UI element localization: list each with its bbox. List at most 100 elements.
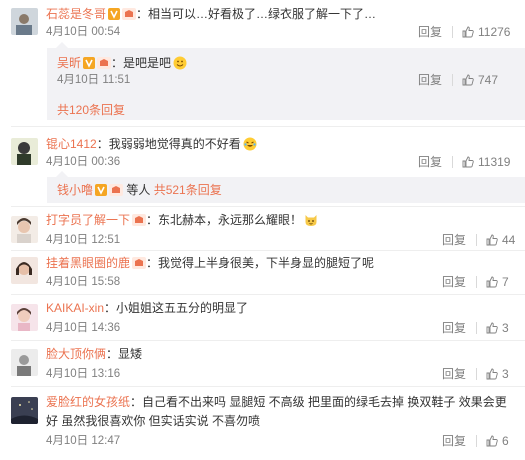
like-count: 3 [502,321,509,335]
fan-badge-icon [109,184,124,200]
reply-user-name[interactable]: 吴昕 [57,56,81,70]
avatar[interactable] [11,257,38,284]
avatar[interactable] [11,8,38,35]
comment-content: KAIKAI-xin：小姐姐这五五分的明显了 [46,300,248,316]
thumbs-up-icon [462,74,474,86]
thumbs-up-icon [486,368,498,380]
thumbs-up-icon [462,156,474,168]
comment-item: 石蕊是冬哥 ：相当可以…好看极了…绿衣服了解一下了… 4月10日 00:54 回复… [0,0,525,120]
comment-content: 挂着黑眼圈的鹿 ：我觉得上半身很美，下半身显的腿短了呢 [46,255,374,273]
more-replies-link[interactable]: 共120条回复 [57,101,125,118]
divider [11,126,525,127]
commenter-name[interactable]: 打字员了解一下 [46,213,130,227]
verified-v-icon [108,8,121,24]
reply-button[interactable]: 回复 [418,25,442,39]
reply-button[interactable]: 回复 [418,73,442,87]
comment-content-continued: 好 虽然我很喜欢你 但实话实说 不喜勿喷 [46,413,260,429]
separator [452,26,453,38]
more-replies-link[interactable]: 共521条回复 [154,183,222,197]
reply-button[interactable]: 回复 [442,321,466,335]
cat-emoji-icon [304,213,318,227]
comment-text: ：显矮 [106,347,143,361]
comment-text: ：相当可以…好看极了…绿衣服了解一下了… [136,7,377,21]
comment-item: 打字员了解一下 ：东北赫本，永远那么耀眼！ 4月10日 12:51 回复 44 [0,208,525,252]
divider [11,386,525,387]
reply-user-name[interactable]: 钱小噜 [57,183,93,197]
like-button[interactable]: 7 [486,275,509,289]
separator [476,276,477,288]
comment-item: 脸大顶你俩：显矮 4月10日 13:16 回复 3 [0,342,525,386]
avatar[interactable] [11,349,38,376]
comment-text: ：我弱弱地觉得真的不好看 [96,137,241,151]
fan-badge-icon [132,214,147,230]
reply-summary: 钱小噜 等人 共521条回复 [57,182,222,200]
like-button[interactable]: 11319 [462,155,510,169]
verified-v-icon [83,57,96,73]
like-button[interactable]: 3 [486,367,509,381]
commenter-name[interactable]: 挂着黑眼圈的鹿 [46,256,130,270]
reply-button[interactable]: 回复 [442,233,466,247]
comment-time: 4月10日 14:36 [46,322,121,334]
laugh-cry-emoji-icon [243,137,257,151]
reply-time: 4月10日 11:51 [57,74,131,86]
comment-text: ：东北赫本，永远那么耀眼！ [146,213,303,227]
commenter-name[interactable]: 爱脸红的女孩纸 [46,395,130,409]
like-button[interactable]: 44 [486,233,515,247]
comment-time: 4月10日 12:51 [46,234,121,246]
divider [11,250,525,251]
reply-summary-text: 等人 [123,183,154,197]
comment-text-line-2: 好 虽然我很喜欢你 但实话实说 不喜勿喷 [46,414,261,428]
like-button[interactable]: 747 [462,73,498,87]
thumbs-up-icon [486,322,498,334]
separator [476,435,477,447]
like-count: 3 [502,367,509,381]
avatar[interactable] [11,216,38,243]
comment-item: 挂着黑眼圈的鹿 ：我觉得上半身很美，下半身显的腿短了呢 4月10日 15:58 回… [0,252,525,296]
like-count: 11319 [478,155,511,169]
separator [476,368,477,380]
divider [11,340,525,341]
comment-content: 爱脸红的女孩纸：自己看不出来吗 显腿短 不高级 把里面的绿毛去掉 换双鞋子 效果… [46,394,507,410]
thumbs-up-icon [486,234,498,246]
avatar[interactable] [11,304,38,331]
commenter-name[interactable]: 石蕊是冬哥 [46,7,106,21]
reply-content: 吴昕 ：是吧是吧 [57,55,187,73]
separator [476,234,477,246]
comment-text: ：自己看不出来吗 显腿短 不高级 把里面的绿毛去掉 换双鞋子 效果会更 [130,395,507,409]
commenter-name[interactable]: 锟心1412 [46,137,97,151]
like-button[interactable]: 3 [486,321,509,335]
comment-time: 4月10日 00:36 [46,156,121,168]
like-count: 747 [478,73,499,87]
commenter-name[interactable]: 脸大顶你俩 [46,347,106,361]
reply-button[interactable]: 回复 [442,275,466,289]
reply-button[interactable]: 回复 [418,155,442,169]
comment-content: 打字员了解一下 ：东北赫本，永远那么耀眼！ [46,212,318,230]
fan-badge-icon [132,257,147,273]
comment-content: 脸大顶你俩：显矮 [46,346,142,362]
commenter-name[interactable]: KAIKAI-xin [46,301,104,315]
divider [11,294,525,295]
reply-text: ：是吧是吧 [111,56,172,70]
grin-emoji-icon [173,56,187,70]
avatar[interactable] [11,138,38,165]
reply-button[interactable]: 回复 [442,367,466,381]
like-button[interactable]: 11276 [462,25,510,39]
comment-time: 4月10日 00:54 [46,26,121,38]
separator [452,74,453,86]
like-button[interactable]: 6 [486,434,509,448]
like-count: 44 [502,233,516,247]
reply-button[interactable]: 回复 [442,434,466,448]
divider [11,206,525,207]
comment-item: 爱脸红的女孩纸：自己看不出来吗 显腿短 不高级 把里面的绿毛去掉 换双鞋子 效果… [0,388,525,460]
like-count: 6 [502,434,509,448]
fan-badge-icon [122,8,137,24]
comment-text: ：我觉得上半身很美，下半身显的腿短了呢 [146,256,375,270]
separator [476,322,477,334]
comment-time: 4月10日 13:16 [46,368,121,380]
comment-item: 锟心1412：我弱弱地觉得真的不好看 4月10日 00:36 回复 11319 … [0,130,525,210]
comment-time: 4月10日 15:58 [46,276,121,288]
comment-content: 锟心1412：我弱弱地觉得真的不好看 [46,136,257,152]
avatar[interactable] [11,397,38,424]
comment-item: KAIKAI-xin：小姐姐这五五分的明显了 4月10日 14:36 回复 3 [0,296,525,340]
comment-text: ：小姐姐这五五分的明显了 [104,301,249,315]
